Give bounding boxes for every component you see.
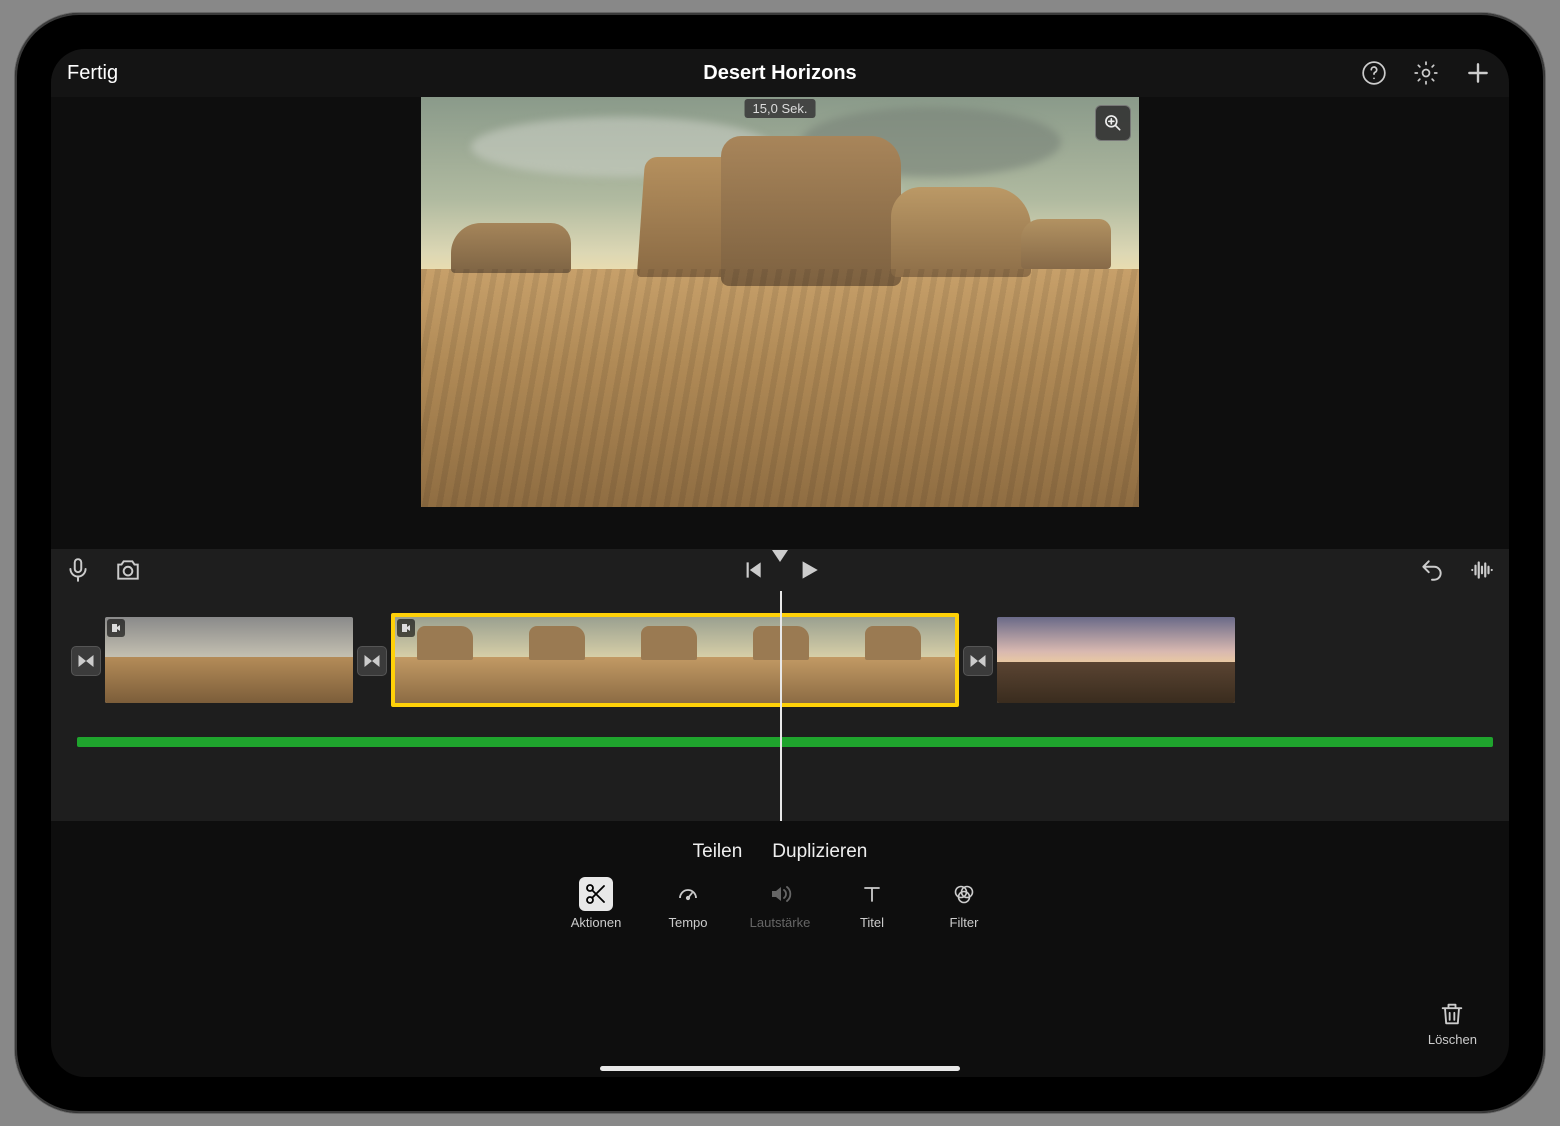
settings-icon[interactable] [1411,58,1441,88]
timeline-clip-selected[interactable] [391,613,959,707]
audio-track[interactable] [77,737,1493,747]
delete-button[interactable]: Löschen [1428,1000,1477,1047]
kenburns-icon [107,619,125,637]
playhead-marker-icon [772,549,788,561]
top-bar: Fertig Desert Horizons [51,49,1509,97]
done-button[interactable]: Fertig [67,62,118,84]
preview-area: 15,0 Sek. [51,97,1509,549]
scissors-icon [579,877,613,911]
tab-tempo[interactable]: Tempo [657,877,719,930]
transition-icon[interactable] [353,613,391,709]
help-icon[interactable] [1359,58,1389,88]
preview-frame[interactable]: 15,0 Sek. [421,97,1139,507]
kenburns-icon [397,619,415,637]
transition-icon[interactable] [67,613,105,709]
home-indicator[interactable] [600,1066,960,1071]
editor-options: Teilen Duplizieren Aktionen Tempo [51,821,1509,936]
tab-filter[interactable]: Filter [933,877,995,930]
waveform-icon[interactable] [1469,557,1495,583]
text-icon [855,877,889,911]
play-icon[interactable] [795,557,821,583]
camera-icon[interactable] [115,557,141,583]
playhead-line[interactable] [780,591,782,821]
filter-circles-icon [947,877,981,911]
speaker-icon [763,877,797,911]
timeline-clip[interactable] [997,617,1235,703]
duplicate-button[interactable]: Duplizieren [772,841,867,863]
split-button[interactable]: Teilen [693,841,743,863]
timeline[interactable] [51,591,1509,821]
microphone-icon[interactable] [65,557,91,583]
transport-bar [51,549,1509,591]
transition-icon[interactable] [959,613,997,709]
zoom-in-icon[interactable] [1095,105,1131,141]
speedometer-icon [671,877,705,911]
tab-volume: Lautstärke [749,877,811,930]
skip-to-start-icon[interactable] [739,557,765,583]
duration-badge: 15,0 Sek. [745,99,816,118]
add-icon[interactable] [1463,58,1493,88]
trash-icon [1438,1000,1466,1028]
tab-actions[interactable]: Aktionen [565,877,627,930]
undo-icon[interactable] [1419,557,1445,583]
project-title: Desert Horizons [542,62,1017,85]
tab-title[interactable]: Titel [841,877,903,930]
timeline-clip[interactable] [105,617,353,703]
